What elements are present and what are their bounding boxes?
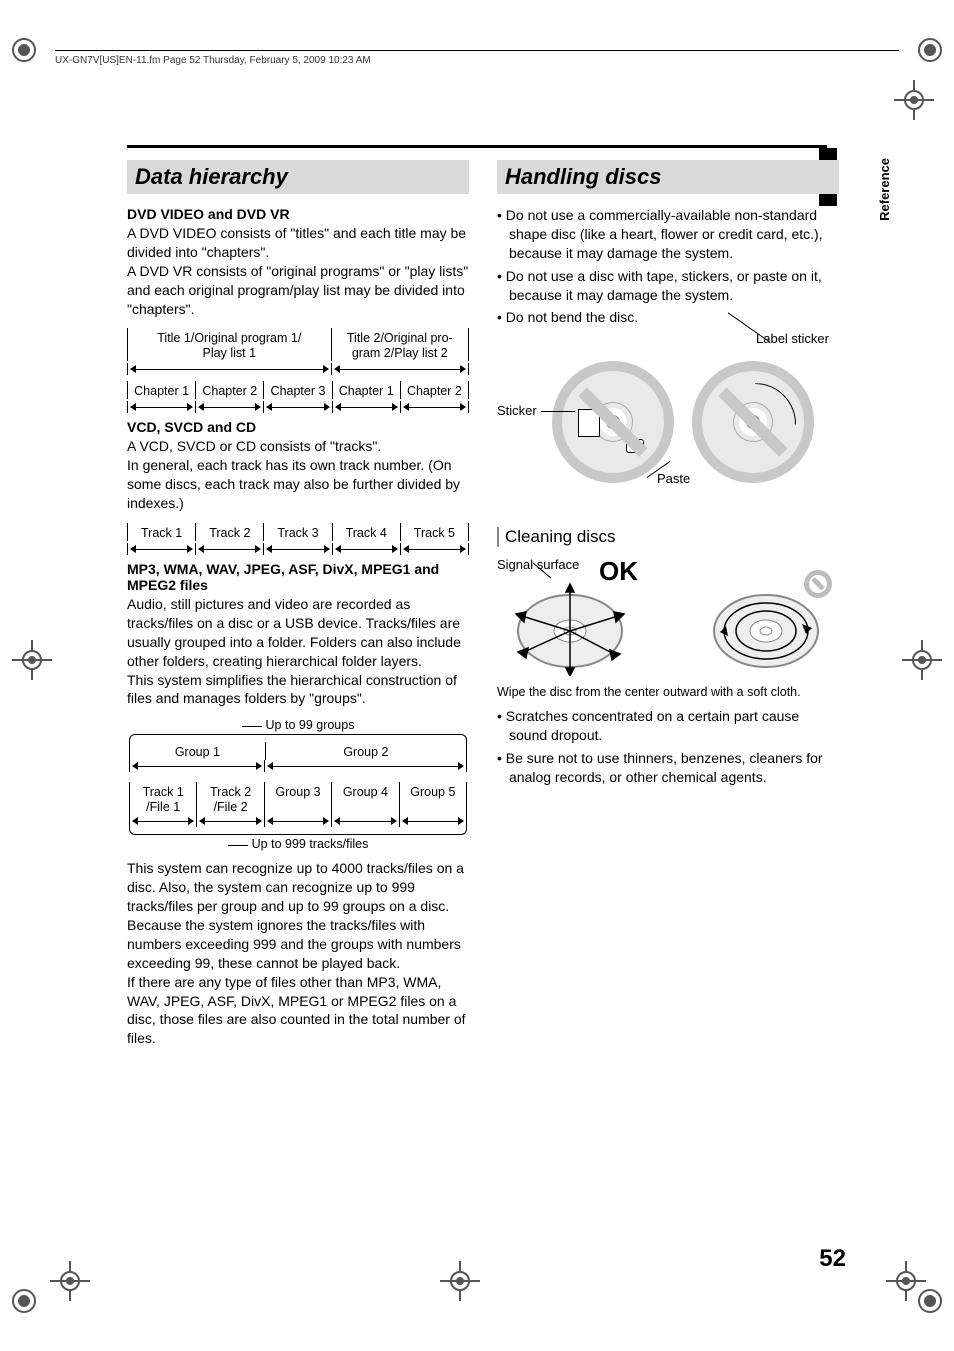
group-cell: Group 2 xyxy=(266,742,467,760)
title-cell: Title 1/Original program 1/ Play list 1 xyxy=(127,328,332,361)
section-data-hierarchy: Data hierarchy xyxy=(127,160,469,194)
page-header: UX-GN7V[US]EN-11.fm Page 52 Thursday, Fe… xyxy=(55,50,899,66)
bullet: Do not bend the disc. xyxy=(497,308,839,327)
para: In general, each track has its own track… xyxy=(127,456,469,513)
bullet: Be sure not to use thinners, benzenes, c… xyxy=(497,749,839,787)
diagram-groups: Up to 99 groups Group 1 Group 2 Track 1 … xyxy=(127,718,469,851)
disc-icon xyxy=(558,367,668,477)
track-cell: Track 4 xyxy=(333,523,401,541)
para-wipe: Wipe the disc from the center outward wi… xyxy=(497,684,839,701)
track-cell: Track 1 xyxy=(127,523,196,541)
chapter-cell: Chapter 1 xyxy=(333,381,401,399)
left-column: Data hierarchy DVD VIDEO and DVD VR A DV… xyxy=(127,160,469,1048)
prohibit-small-icon xyxy=(804,570,832,598)
bullet: Scratches concentrated on a certain part… xyxy=(497,707,839,745)
note-top: Up to 99 groups xyxy=(127,718,469,732)
chapter-cell: Chapter 2 xyxy=(196,381,264,399)
diagram-tracks: Track 1 Track 2 Track 3 Track 4 Track 5 xyxy=(127,523,469,555)
page-number: 52 xyxy=(819,1245,846,1273)
section-handling-discs: Handling discs xyxy=(497,160,839,194)
para: Audio, still pictures and video are reco… xyxy=(127,595,469,671)
para: This system simplifies the hierarchical … xyxy=(127,671,469,709)
note-bot: Up to 999 tracks/files xyxy=(127,837,469,851)
subhead-vcd: VCD, SVCD and CD xyxy=(127,419,469,435)
para: A DVD VR consists of "original programs"… xyxy=(127,262,469,319)
subhead-files: MP3, WMA, WAV, JPEG, ASF, DivX, MPEG1 an… xyxy=(127,561,469,593)
chapter-cell: Chapter 2 xyxy=(401,381,469,399)
track-cell: Track 3 xyxy=(264,523,332,541)
para: A DVD VIDEO consists of "titles" and eac… xyxy=(127,224,469,262)
chapter-cell: Chapter 1 xyxy=(127,381,196,399)
title-cell: Title 2/Original pro- gram 2/Play list 2 xyxy=(332,328,469,361)
side-tab: Reference xyxy=(877,158,892,221)
file-cell: Group 4 xyxy=(332,782,399,815)
disc-cleaning-figure: OK xyxy=(497,576,839,676)
para: If there are any type of files other tha… xyxy=(127,973,469,1049)
label-signal-surface: Signal surface xyxy=(497,557,839,572)
group-cell: Group 1 xyxy=(129,742,266,760)
subhead-dvd: DVD VIDEO and DVD VR xyxy=(127,206,469,222)
bullet-list: Scratches concentrated on a certain part… xyxy=(497,707,839,787)
diagram-dvd-chapters: Chapter 1 Chapter 2 Chapter 3 Chapter 1 … xyxy=(127,381,469,413)
file-cell: Group 5 xyxy=(400,782,467,815)
disc-icon xyxy=(698,367,808,477)
disc-wipe-correct-icon xyxy=(510,576,630,676)
file-cell: Track 2 /File 2 xyxy=(197,782,264,815)
para: This system can recognize up to 4000 tra… xyxy=(127,859,469,972)
right-column: Handling discs Do not use a commercially… xyxy=(497,160,839,1048)
diagram-dvd-titles: Title 1/Original program 1/ Play list 1 … xyxy=(127,328,469,375)
subhead-cleaning: Cleaning discs xyxy=(497,527,839,547)
file-cell: Group 3 xyxy=(265,782,332,815)
bullet: Do not use a commercially-available non-… xyxy=(497,206,839,263)
para: A VCD, SVCD or CD consists of "tracks". xyxy=(127,437,469,456)
disc-handling-figure: Label sticker Sticker Paste xyxy=(497,331,839,511)
label-sticker: Sticker xyxy=(497,403,537,418)
ok-badge: OK xyxy=(599,556,638,587)
track-cell: Track 5 xyxy=(401,523,469,541)
track-cell: Track 2 xyxy=(196,523,264,541)
bullet-list: Do not use a commercially-available non-… xyxy=(497,206,839,327)
chapter-cell: Chapter 3 xyxy=(264,381,332,399)
bullet: Do not use a disc with tape, stickers, o… xyxy=(497,267,839,305)
top-rule xyxy=(127,145,827,148)
file-cell: Track 1 /File 1 xyxy=(129,782,197,815)
